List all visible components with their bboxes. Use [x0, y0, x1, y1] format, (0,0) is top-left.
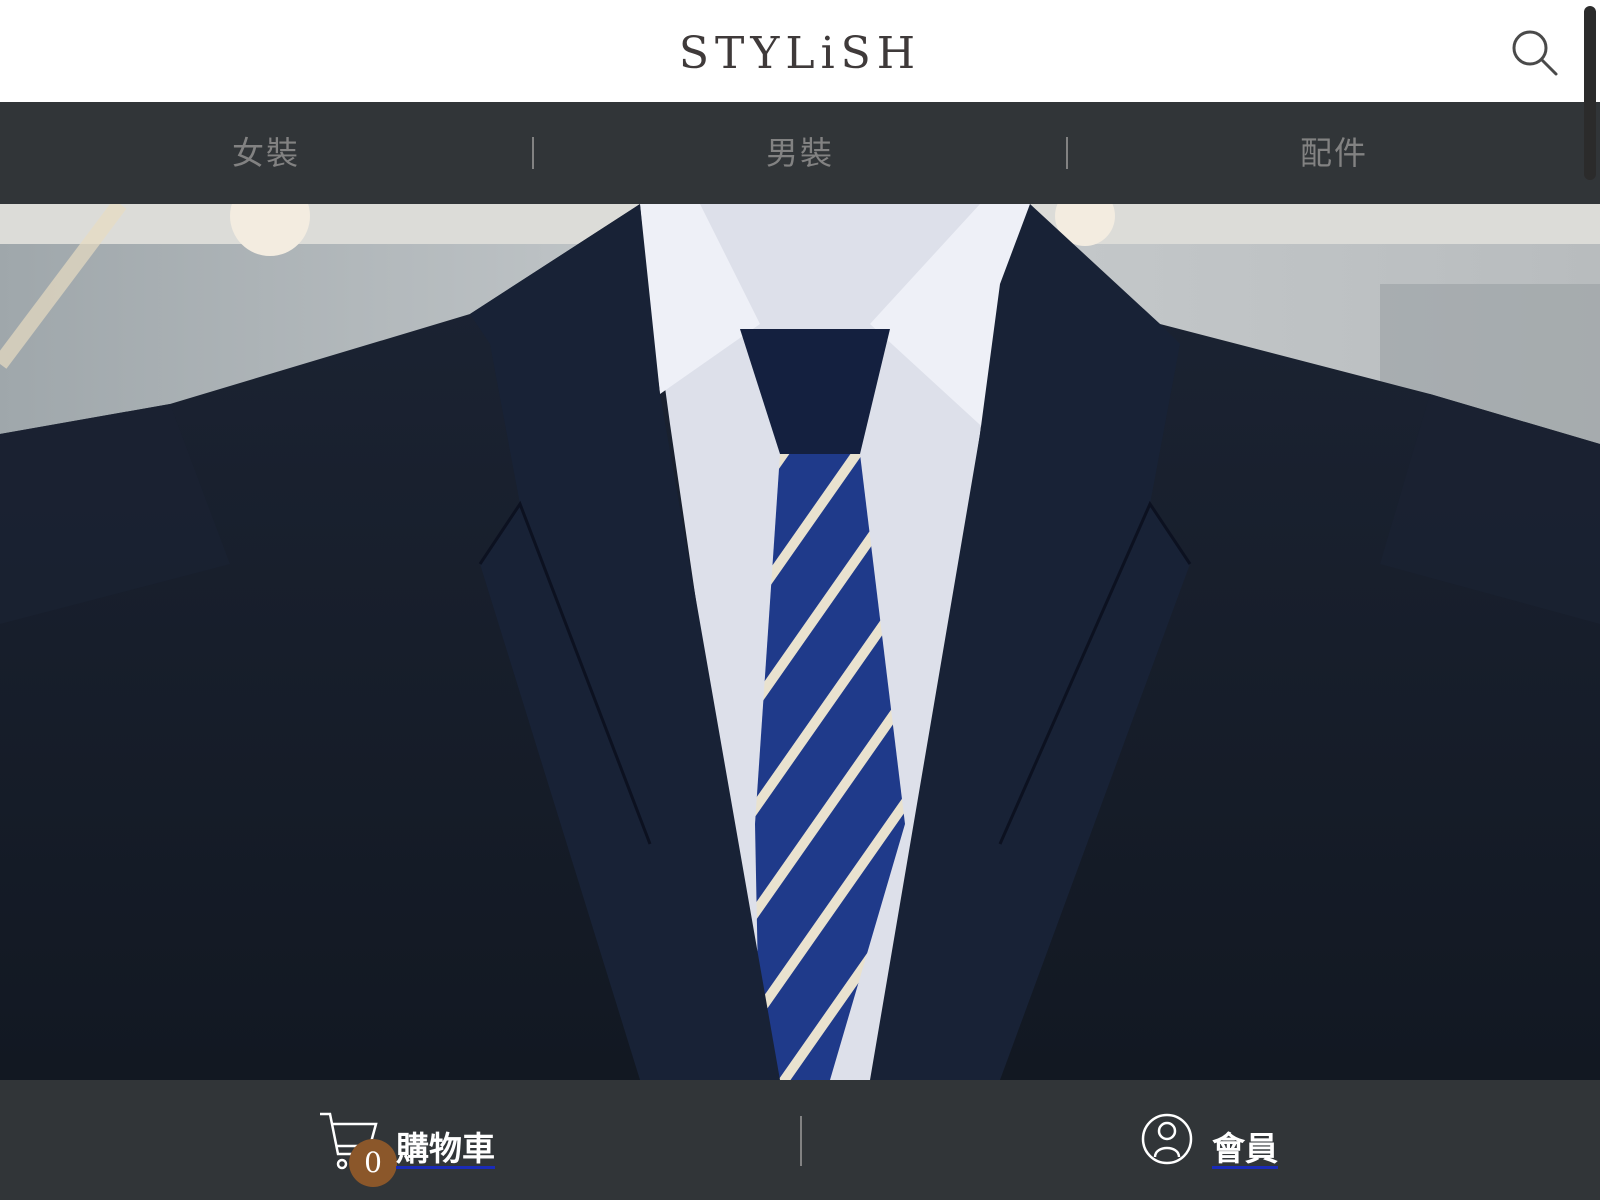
member-button[interactable]: 會員 [1140, 1110, 1320, 1186]
cart-label[interactable]: 購物車 [396, 1122, 495, 1170]
hero-banner[interactable] [0, 204, 1600, 1080]
cart-button[interactable]: 0 購物車 [318, 1110, 518, 1187]
member-icon [1141, 1113, 1193, 1165]
nav-item-accessories[interactable]: 配件 [1068, 102, 1600, 204]
member-label[interactable]: 會員 [1212, 1122, 1278, 1170]
nav-item-women[interactable]: 女裝 [0, 102, 532, 204]
cart-count-badge: 0 [349, 1139, 397, 1187]
nav-item-men[interactable]: 男裝 [534, 102, 1066, 204]
site-header: STYLiSH [0, 0, 1600, 102]
page-scrollbar[interactable] [1582, 0, 1600, 1200]
search-button[interactable] [1510, 28, 1560, 78]
search-icon [1512, 30, 1558, 76]
bottom-bar: 0 購物車 會員 [0, 1080, 1600, 1200]
logo-text: STYLiSH [679, 28, 921, 77]
hero-banner-image [0, 204, 1600, 1080]
stylish-logo[interactable]: STYLiSH [672, 25, 928, 77]
bottom-divider [800, 1116, 802, 1166]
category-nav: 女裝 男裝 配件 [0, 102, 1600, 204]
scrollbar-thumb[interactable] [1584, 6, 1596, 180]
